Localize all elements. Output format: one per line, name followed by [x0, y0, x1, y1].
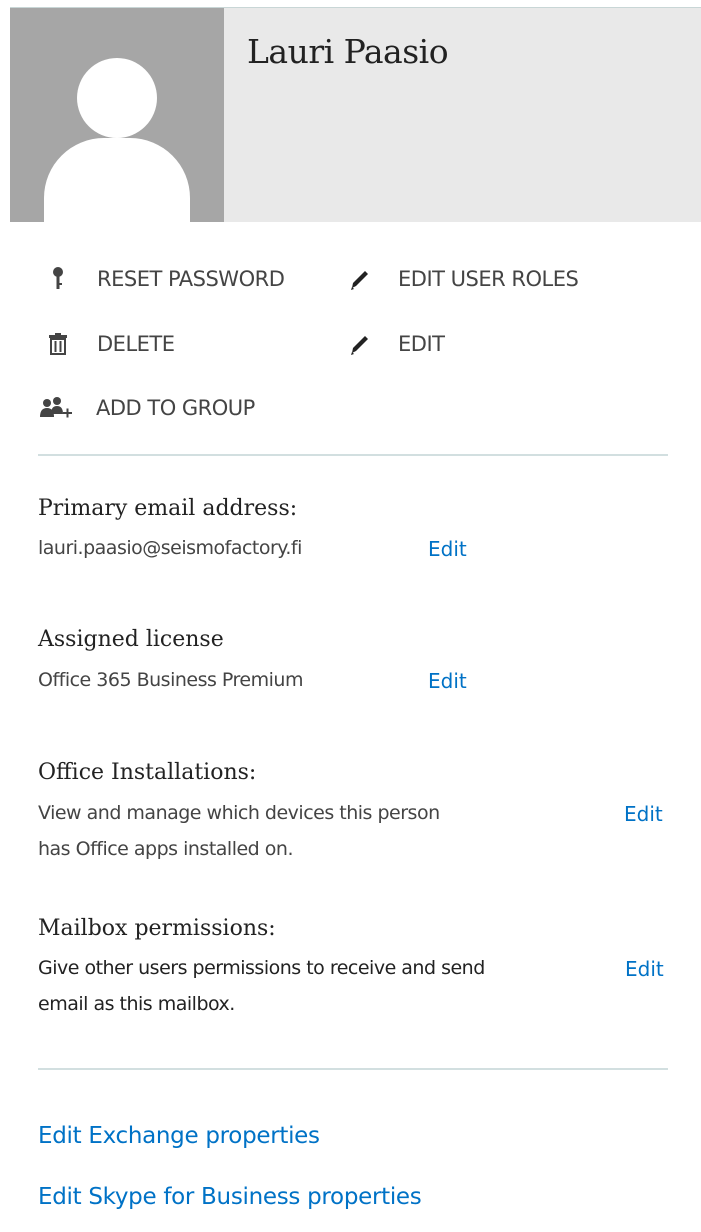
mailbox-permissions-title: Mailbox permissions: — [38, 916, 276, 941]
key-icon — [45, 266, 71, 292]
edit-skype-properties-link[interactable]: Edit Skype for Business properties — [38, 1184, 422, 1210]
delete-action[interactable]: DELETE — [45, 331, 175, 357]
add-group-icon — [40, 395, 74, 421]
pencil-icon — [346, 331, 372, 357]
edit-action[interactable]: EDIT — [346, 331, 445, 357]
office-installations-line1: View and manage which devices this perso… — [38, 802, 440, 824]
office-installations-title: Office Installations: — [38, 760, 257, 785]
assigned-license-value: Office 365 Business Premium — [38, 669, 303, 691]
avatar-head — [77, 58, 157, 138]
edit-email-link[interactable]: Edit — [428, 537, 467, 561]
primary-email-value: lauri.paasio@seismofactory.fi — [38, 537, 302, 559]
divider — [38, 1068, 668, 1070]
mailbox-permissions-line2: email as this mailbox. — [38, 993, 235, 1015]
office-installations-line2: has Office apps installed on. — [38, 838, 293, 860]
reset-password-label: RESET PASSWORD — [97, 267, 285, 291]
edit-mailbox-permissions-link[interactable]: Edit — [625, 957, 664, 981]
edit-license-link[interactable]: Edit — [428, 669, 467, 693]
primary-email-title: Primary email address: — [38, 496, 298, 521]
assigned-license-title: Assigned license — [38, 627, 224, 652]
delete-label: DELETE — [97, 332, 175, 356]
edit-office-installations-link[interactable]: Edit — [624, 802, 663, 826]
user-header: Lauri Paasio — [10, 7, 701, 222]
mailbox-permissions-line1: Give other users permissions to receive … — [38, 957, 485, 979]
edit-user-roles-action[interactable]: EDIT USER ROLES — [346, 266, 579, 292]
trash-icon — [45, 331, 71, 357]
add-to-group-action[interactable]: ADD TO GROUP — [40, 395, 255, 421]
edit-exchange-properties-link[interactable]: Edit Exchange properties — [38, 1123, 320, 1149]
avatar-body — [44, 138, 190, 222]
reset-password-action[interactable]: RESET PASSWORD — [45, 266, 285, 292]
user-display-name: Lauri Paasio — [247, 32, 449, 71]
pencil-icon — [346, 266, 372, 292]
edit-user-roles-label: EDIT USER ROLES — [398, 267, 579, 291]
edit-label: EDIT — [398, 332, 445, 356]
divider — [38, 454, 668, 456]
add-to-group-label: ADD TO GROUP — [96, 396, 255, 420]
default-avatar-icon — [10, 8, 224, 222]
